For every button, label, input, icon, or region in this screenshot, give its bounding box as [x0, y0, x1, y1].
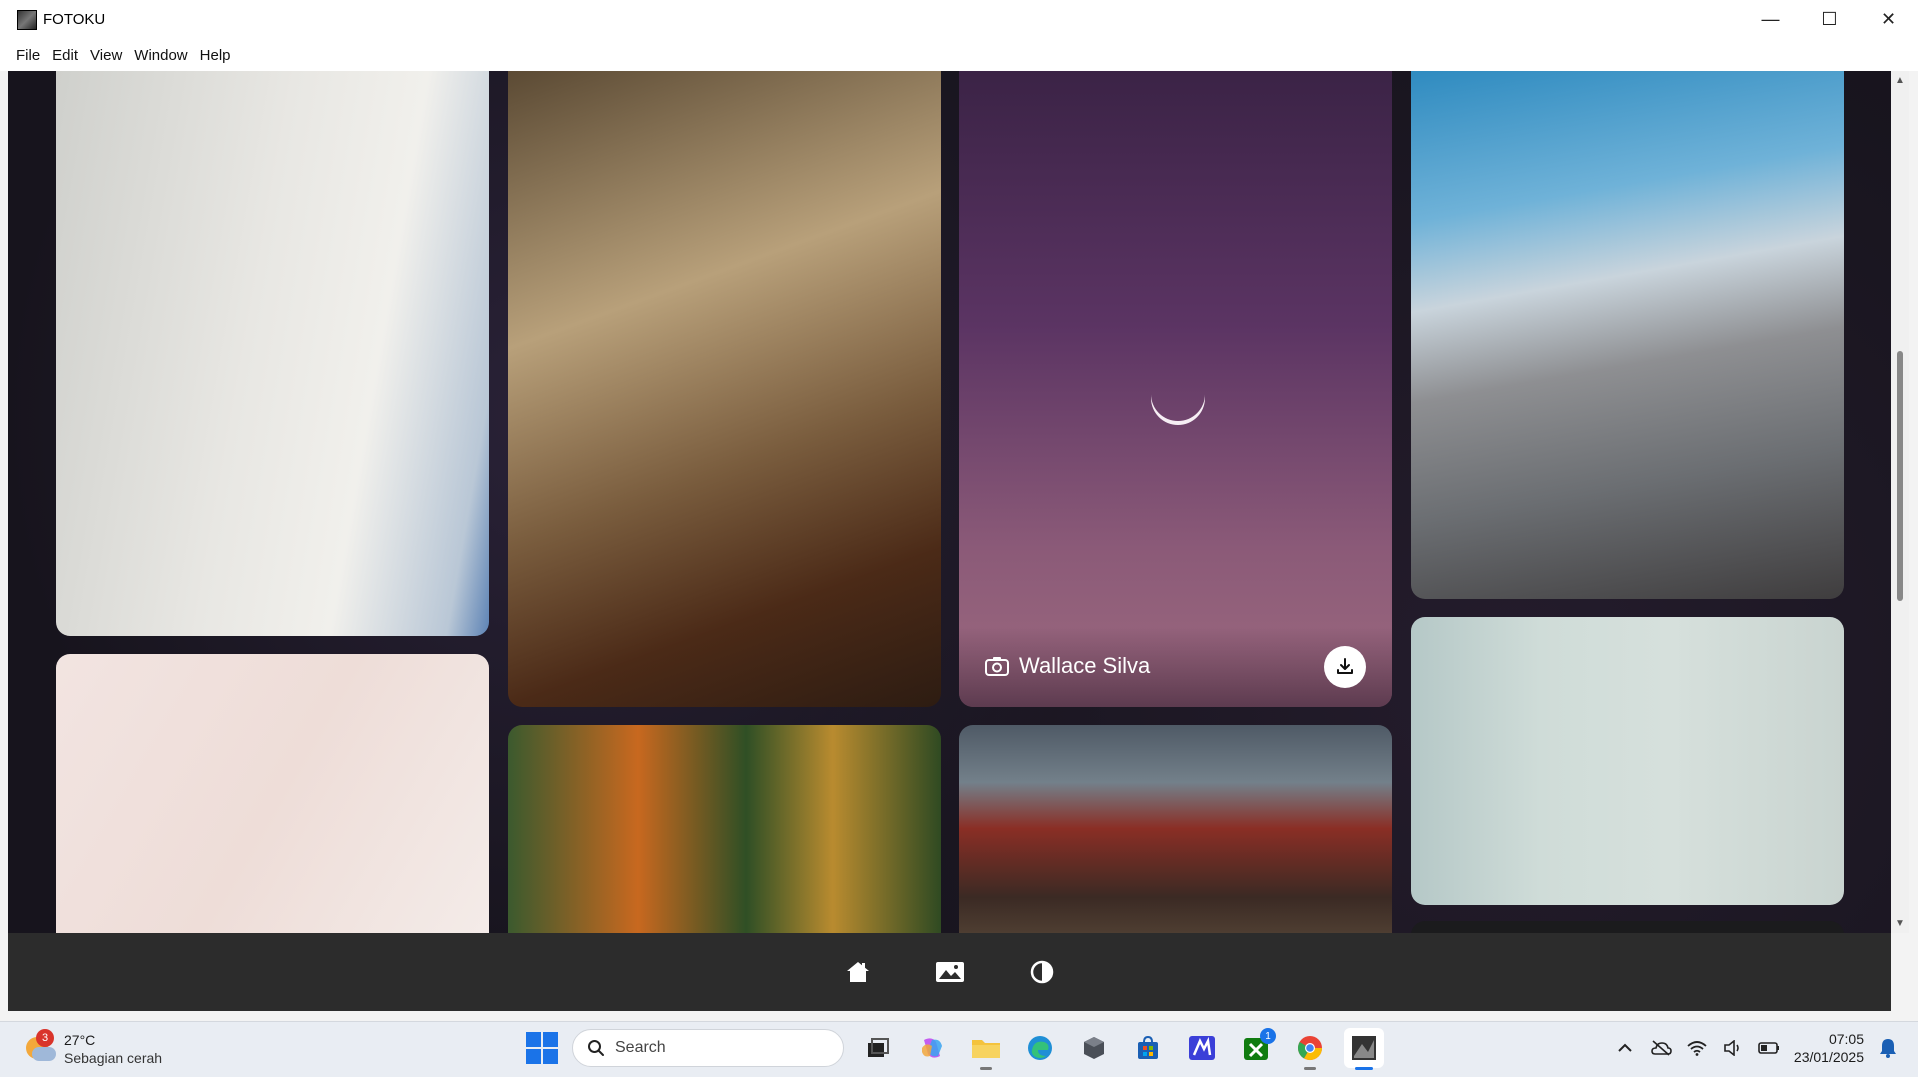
- task-view-icon[interactable]: [858, 1028, 898, 1068]
- theme-toggle-button[interactable]: [1027, 957, 1057, 987]
- battery-icon[interactable]: [1758, 1037, 1780, 1059]
- photo-card-woman-arch[interactable]: [56, 71, 489, 636]
- minimize-button[interactable]: —: [1741, 0, 1800, 39]
- window-controls: — ☐ ✕: [1741, 0, 1918, 39]
- menu-edit[interactable]: Edit: [46, 47, 84, 64]
- photo-card-beach-sign[interactable]: [1411, 71, 1844, 599]
- volume-icon[interactable]: [1722, 1037, 1744, 1059]
- xbox-badge: 1: [1260, 1028, 1276, 1044]
- clock-date: 23/01/2025: [1793, 1049, 1864, 1065]
- windows-taskbar: 3 27°C Sebagian cerah Search 1 07:05 23/…: [0, 1021, 1918, 1077]
- app-logo-icon: [17, 9, 37, 30]
- taskbar-search[interactable]: Search: [572, 1029, 844, 1067]
- clock-time: 07:05: [1828, 1031, 1864, 1047]
- weather-temperature: 27°C: [64, 1032, 96, 1048]
- photo-card-flowers-vase[interactable]: [508, 71, 941, 707]
- photographer-name: Wallace Silva: [1019, 653, 1151, 678]
- photo-card-blurred-flowers[interactable]: [508, 725, 941, 933]
- menu-view[interactable]: View: [84, 47, 128, 64]
- menu-window[interactable]: Window: [128, 47, 193, 64]
- wifi-icon[interactable]: [1686, 1037, 1708, 1059]
- photo-card-woman-bench[interactable]: [1411, 617, 1844, 905]
- taskbar-clock[interactable]: 07:05 23/01/2025: [1794, 1030, 1864, 1066]
- photo-gallery: Wallace Silva: [8, 71, 1891, 933]
- onedrive-offline-icon[interactable]: [1650, 1037, 1672, 1059]
- design-app-icon[interactable]: [1182, 1028, 1222, 1068]
- weather-description: Sebagian cerah: [64, 1050, 163, 1066]
- fotoku-taskbar-icon[interactable]: [1344, 1028, 1384, 1070]
- close-button[interactable]: ✕: [1859, 0, 1918, 39]
- copilot-icon[interactable]: [912, 1028, 952, 1068]
- file-explorer-icon[interactable]: [966, 1028, 1006, 1070]
- download-button[interactable]: [1324, 646, 1366, 688]
- scroll-down-icon[interactable]: ▼: [1895, 918, 1905, 929]
- xbox-app-icon[interactable]: 1: [1236, 1028, 1276, 1068]
- theme-toggle-icon: [1030, 960, 1053, 984]
- photo-card-moon-sky[interactable]: Wallace Silva: [959, 71, 1392, 707]
- camera-icon: [985, 656, 1009, 676]
- home-icon: [846, 962, 869, 982]
- wsl-app-icon[interactable]: [1074, 1028, 1114, 1068]
- weather-icon: 3: [22, 1029, 56, 1065]
- chevron-up-icon[interactable]: [1614, 1037, 1636, 1059]
- title-bar: FOTOKU — ☐ ✕: [0, 0, 1918, 39]
- microsoft-store-icon[interactable]: [1128, 1028, 1168, 1068]
- scroll-up-icon[interactable]: ▲: [1895, 75, 1905, 86]
- search-icon: [588, 1040, 604, 1056]
- window-title: FOTOKU: [43, 11, 106, 28]
- menu-help[interactable]: Help: [194, 47, 237, 64]
- download-icon: [1337, 658, 1353, 674]
- photo-card-headphones[interactable]: [56, 654, 489, 933]
- gallery-button[interactable]: [935, 957, 965, 987]
- bottom-navigation: [8, 933, 1891, 1011]
- vertical-scrollbar[interactable]: ▲ ▼: [1891, 71, 1909, 933]
- weather-badge: 3: [36, 1029, 54, 1047]
- photo-card-parrot[interactable]: [959, 725, 1392, 933]
- system-tray: 07:05 23/01/2025: [1614, 1030, 1898, 1066]
- start-icon[interactable]: [526, 1032, 558, 1064]
- edge-browser-icon[interactable]: [1020, 1028, 1060, 1068]
- photographer-credit: Wallace Silva: [985, 653, 1150, 679]
- moon-shape: [1151, 371, 1205, 425]
- notification-bell-icon[interactable]: [1878, 1038, 1898, 1058]
- taskbar-apps: Search 1: [526, 1028, 1384, 1070]
- scroll-thumb[interactable]: [1897, 351, 1903, 601]
- gallery-icon: [935, 962, 964, 982]
- search-placeholder: Search: [615, 1039, 666, 1056]
- chrome-browser-icon[interactable]: [1290, 1028, 1330, 1070]
- photo-card-partial[interactable]: [1411, 921, 1844, 933]
- weather-widget[interactable]: 3 27°C Sebagian cerah: [22, 1029, 163, 1067]
- menu-file[interactable]: File: [10, 47, 46, 64]
- maximize-button[interactable]: ☐: [1800, 0, 1859, 39]
- menu-bar: File Edit View Window Help: [0, 39, 1918, 71]
- home-button[interactable]: [843, 957, 873, 987]
